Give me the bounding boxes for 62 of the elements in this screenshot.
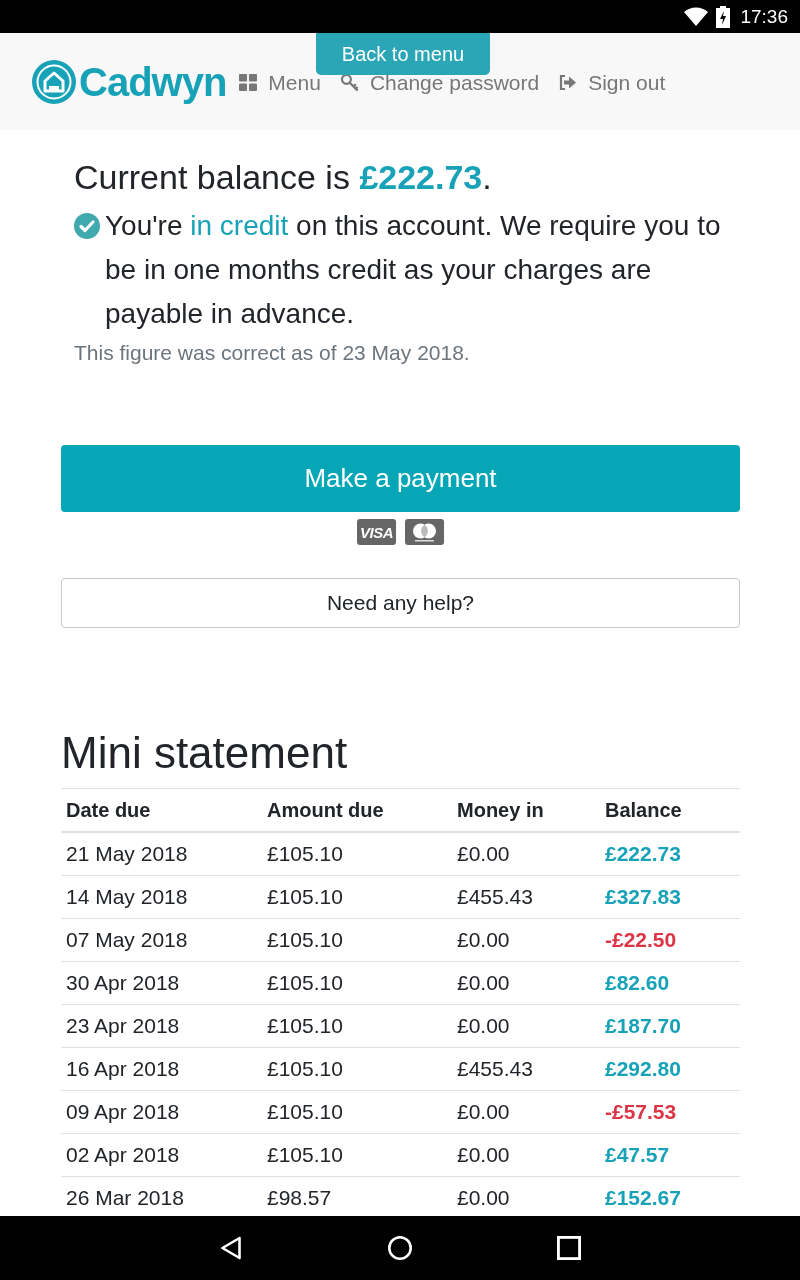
table-cell-text: £0.00	[457, 1186, 511, 1210]
balance-cell-text: £187.70	[605, 1014, 682, 1038]
brand-name[interactable]: Cadwyn	[79, 59, 227, 104]
table-cell-text: 09 Apr 2018	[66, 1100, 181, 1124]
table-cell-text: £0.00	[457, 928, 511, 952]
balance-heading: Current balance is £222.73.	[74, 157, 493, 197]
key-icon	[340, 74, 359, 91]
recent-apps-icon[interactable]	[557, 1236, 581, 1260]
table-cell-text: 30 Apr 2018	[66, 971, 181, 995]
table-cell-text: 07 May 2018	[66, 928, 189, 952]
sign-out-link[interactable]: Sign out	[559, 69, 666, 96]
table-cell-text: £455.43	[457, 885, 534, 909]
table-cell-text: 21 May 2018	[66, 842, 189, 866]
make-payment-button[interactable]: Make a payment	[61, 445, 740, 512]
table-cell-text: £0.00	[457, 1100, 511, 1124]
balance-cell-text: £222.73	[605, 842, 682, 866]
back-icon[interactable]	[219, 1236, 243, 1260]
table-cell-text: 26 Mar 2018	[66, 1186, 185, 1210]
table-cell-text: £105.10	[267, 842, 344, 866]
column-header: Date due	[66, 798, 152, 822]
table-cell-text: £98.57	[267, 1186, 333, 1210]
balance-cell-text: £327.83	[605, 885, 682, 909]
back-to-menu-button[interactable]: Back to menu	[316, 33, 490, 75]
house-circle-icon[interactable]	[32, 59, 76, 104]
battery-charging-icon	[716, 5, 731, 28]
table-cell-text: £105.10	[267, 1100, 344, 1124]
check-circle-icon	[74, 213, 100, 239]
balance-date-note: This figure was correct as of 23 May 2018.	[74, 340, 471, 366]
balance-cell-text: £82.60	[605, 971, 671, 995]
balance-cell-text: £292.80	[605, 1057, 682, 1081]
table-cell-text: £455.43	[457, 1057, 534, 1081]
table-cell-text: £105.10	[267, 1057, 344, 1081]
balance-cell-text: £47.57	[605, 1143, 671, 1167]
visa-card-badge: VISA	[357, 519, 396, 545]
balance-cell-text: -£57.53	[605, 1100, 678, 1124]
table-cell-text: £105.10	[267, 928, 344, 952]
card-logo-icon	[405, 519, 444, 545]
table-cell-text: £0.00	[457, 1014, 511, 1038]
table-cell-text: £105.10	[267, 1014, 344, 1038]
table-cell-text: £0.00	[457, 1143, 511, 1167]
table-cell-text: 02 Apr 2018	[66, 1143, 181, 1167]
statement-title: Mini statement	[61, 728, 349, 778]
need-help-button[interactable]: Need any help?	[61, 578, 740, 628]
column-header: Money in	[457, 798, 545, 822]
table-cell-text: £0.00	[457, 971, 511, 995]
table-cell-text: 14 May 2018	[66, 885, 189, 909]
table-cell-text: 16 Apr 2018	[66, 1057, 181, 1081]
grid-icon	[239, 74, 258, 91]
table-cell-text: £0.00	[457, 842, 511, 866]
table-cell-text: 23 Apr 2018	[66, 1014, 181, 1038]
table-cell-text: £105.10	[267, 1143, 344, 1167]
clock-time: 17:36	[740, 5, 788, 28]
table-cell-text: £105.10	[267, 885, 344, 909]
sign-out-icon	[559, 74, 578, 91]
balance-cell-text: £152.67	[605, 1186, 682, 1210]
column-header: Amount due	[267, 798, 385, 822]
home-icon[interactable]	[388, 1236, 412, 1260]
balance-cell-text: -£22.50	[605, 928, 678, 952]
column-header: Balance	[605, 798, 683, 822]
table-cell-text: £105.10	[267, 971, 344, 995]
wifi-icon	[684, 7, 709, 26]
credit-status-text: You're in credit on this account. We require you to be in one months credit as your charges are payable in advance.	[105, 209, 722, 331]
